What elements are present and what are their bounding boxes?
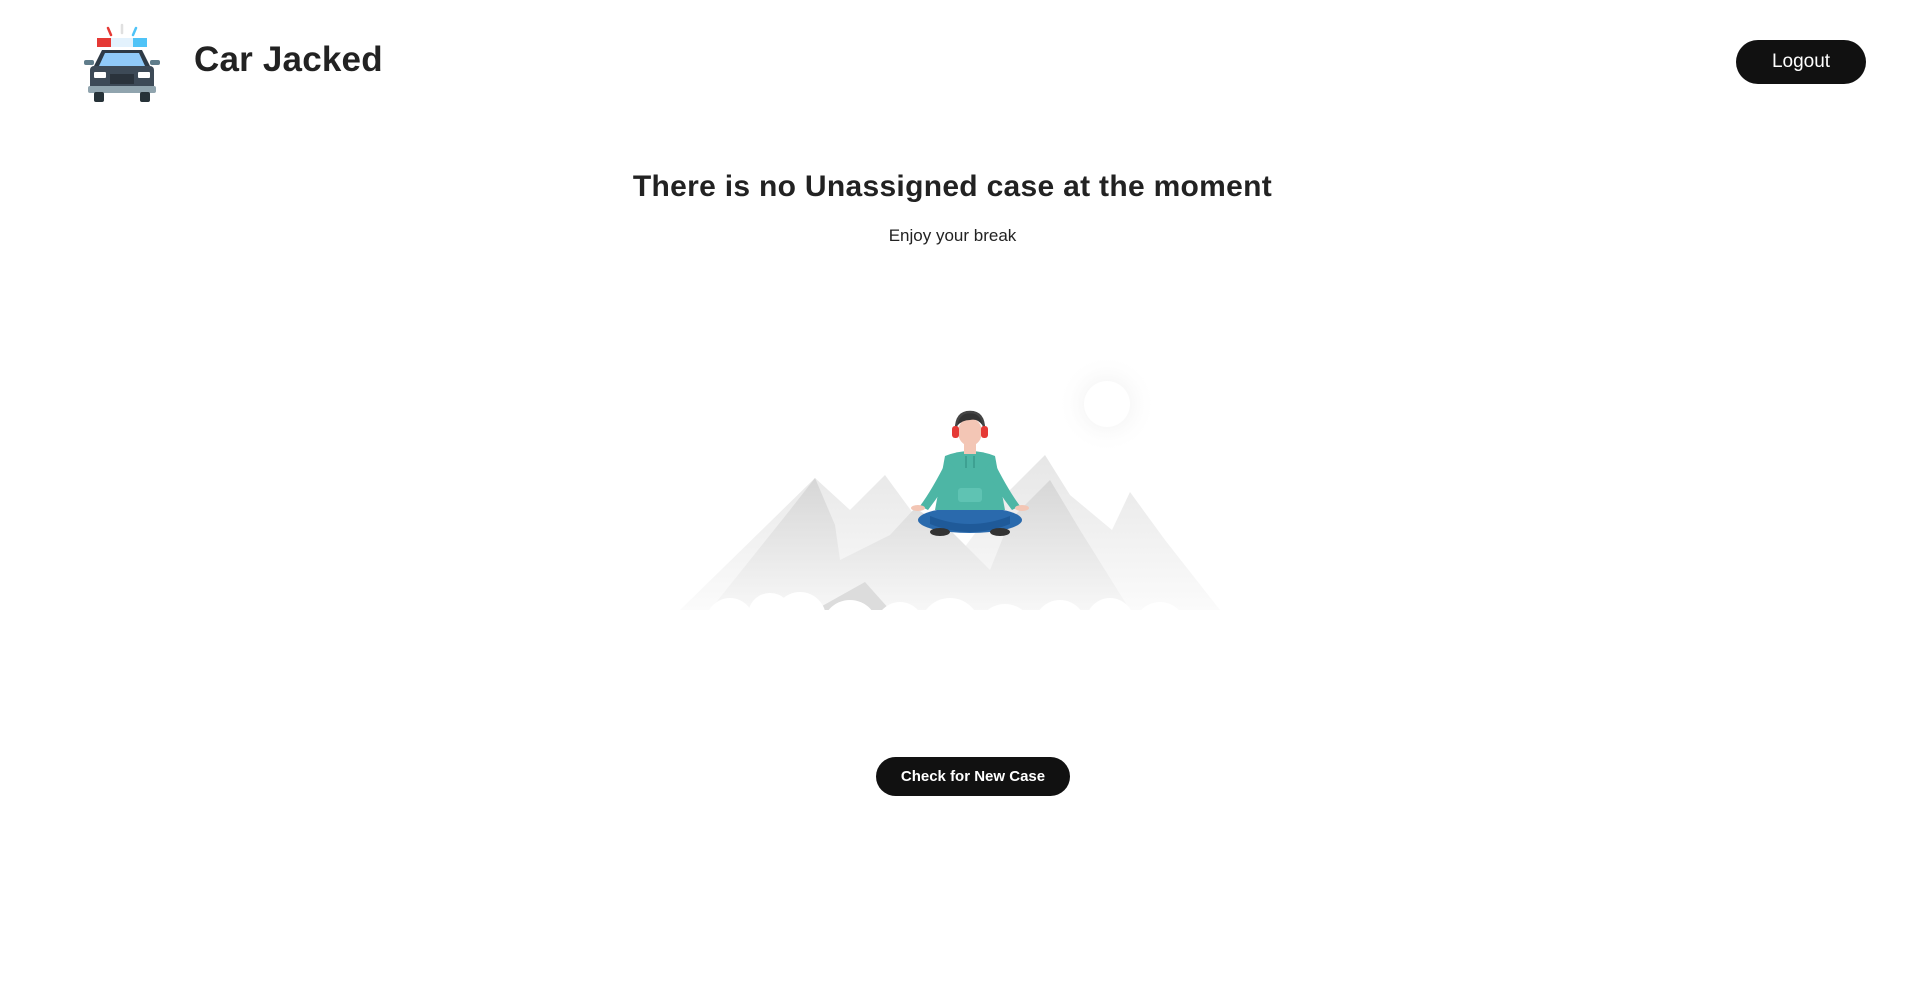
empty-state: There is no Unassigned case at the momen… — [0, 170, 1905, 246]
empty-state-headline: There is no Unassigned case at the momen… — [632, 170, 1273, 203]
app-header: Car Jacked Logout — [0, 0, 1905, 130]
brand-title: Car Jacked — [194, 40, 383, 79]
empty-state-subline: Enjoy your break — [888, 226, 1017, 245]
police-car-icon — [84, 23, 160, 102]
check-for-new-case-button[interactable]: Check for New Case — [876, 757, 1070, 796]
logout-button[interactable]: Logout — [1736, 40, 1866, 84]
meditating-person-on-mountains-illustration — [680, 360, 1220, 660]
